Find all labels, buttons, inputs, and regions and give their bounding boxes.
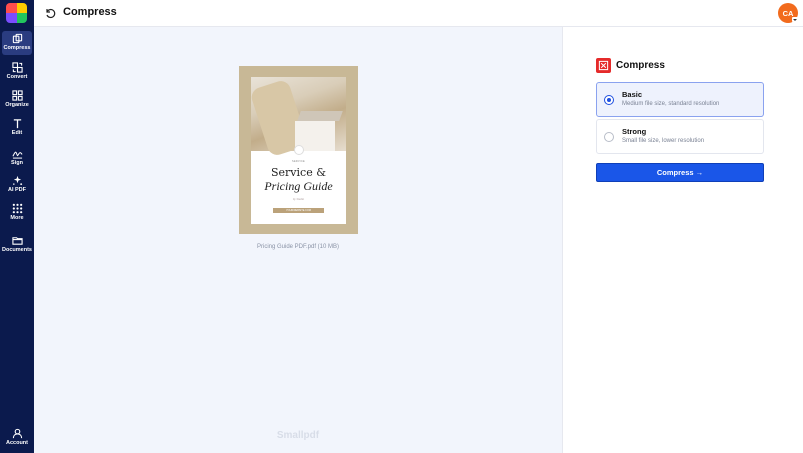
sidebar-item-label: Organize bbox=[5, 102, 29, 108]
option-name: Strong bbox=[622, 127, 647, 136]
chevron-down-icon[interactable] bbox=[792, 17, 798, 22]
organize-grid-icon bbox=[11, 90, 23, 101]
sparkles-icon bbox=[12, 175, 22, 186]
sidebar-item-label: More bbox=[10, 215, 24, 221]
cover-badge bbox=[294, 145, 304, 155]
sidebar-item-label: AI PDF bbox=[7, 187, 27, 193]
sidebar: Compress Convert Organize Edit Sign AI P… bbox=[0, 0, 34, 453]
options-panel: Compress Basic Medium file size, standar… bbox=[562, 27, 803, 453]
brand-watermark: Smallpdf bbox=[276, 430, 320, 441]
sidebar-item-label: Documents bbox=[2, 247, 32, 253]
document-thumbnail[interactable]: SERVICE Service & Pricing Guide by Studi… bbox=[239, 66, 358, 234]
page-title: Compress bbox=[63, 6, 117, 18]
convert-icon bbox=[11, 62, 23, 73]
signature-icon bbox=[11, 151, 23, 159]
smallpdf-logo-icon[interactable] bbox=[6, 3, 27, 23]
sidebar-item-label: Account bbox=[6, 440, 28, 446]
sidebar-item-account[interactable]: Account bbox=[2, 426, 32, 450]
cover-small-text: SERVICE bbox=[291, 160, 306, 163]
sidebar-item-sign[interactable]: Sign bbox=[2, 146, 32, 170]
sidebar-item-label: Sign bbox=[11, 160, 23, 166]
folder-icon bbox=[11, 237, 23, 245]
preview-area: SERVICE Service & Pricing Guide by Studi… bbox=[34, 27, 562, 453]
more-grid-icon bbox=[12, 203, 22, 214]
option-description: Medium file size, standard resolution bbox=[622, 101, 720, 107]
sidebar-item-convert[interactable]: Convert bbox=[2, 60, 32, 84]
sidebar-item-label: Edit bbox=[11, 130, 23, 136]
sidebar-item-documents[interactable]: Documents bbox=[2, 233, 32, 257]
sidebar-item-label: Convert bbox=[6, 74, 28, 80]
compress-button[interactable]: Compress → bbox=[596, 163, 764, 182]
file-caption: Pricing Guide PDF.pdf (10 MB) bbox=[256, 244, 340, 250]
sidebar-item-compress[interactable]: Compress bbox=[2, 31, 32, 55]
back-arrow-icon[interactable] bbox=[44, 7, 56, 19]
text-edit-icon bbox=[13, 119, 21, 129]
cover-bar: YOURWEBSITE.COM bbox=[273, 208, 324, 213]
option-basic[interactable]: Basic Medium file size, standard resolut… bbox=[596, 82, 764, 117]
cover-signature: by Studio bbox=[292, 197, 305, 201]
radio-strong[interactable] bbox=[604, 132, 614, 142]
compress-tool-icon bbox=[596, 58, 611, 73]
option-description: Small file size, lower resolution bbox=[622, 138, 705, 144]
sidebar-item-organize[interactable]: Organize bbox=[2, 88, 32, 112]
sidebar-item-ai-pdf[interactable]: AI PDF bbox=[2, 173, 32, 197]
sidebar-item-edit[interactable]: Edit bbox=[2, 116, 32, 140]
option-strong[interactable]: Strong Small file size, lower resolution bbox=[596, 119, 764, 154]
document-page: SERVICE Service & Pricing Guide by Studi… bbox=[251, 77, 346, 224]
cover-photo bbox=[251, 77, 346, 158]
sidebar-item-more[interactable]: More bbox=[2, 201, 32, 225]
option-name: Basic bbox=[622, 90, 643, 99]
compress-icon bbox=[12, 33, 22, 44]
cover-title-line2: Pricing Guide bbox=[264, 179, 333, 193]
radio-basic[interactable] bbox=[604, 95, 614, 105]
top-header: Compress CA bbox=[34, 0, 803, 27]
panel-title: Compress bbox=[616, 60, 665, 71]
sidebar-item-label: Compress bbox=[3, 45, 31, 51]
user-icon bbox=[12, 428, 22, 439]
cover-title-line1: Service & bbox=[271, 166, 326, 179]
